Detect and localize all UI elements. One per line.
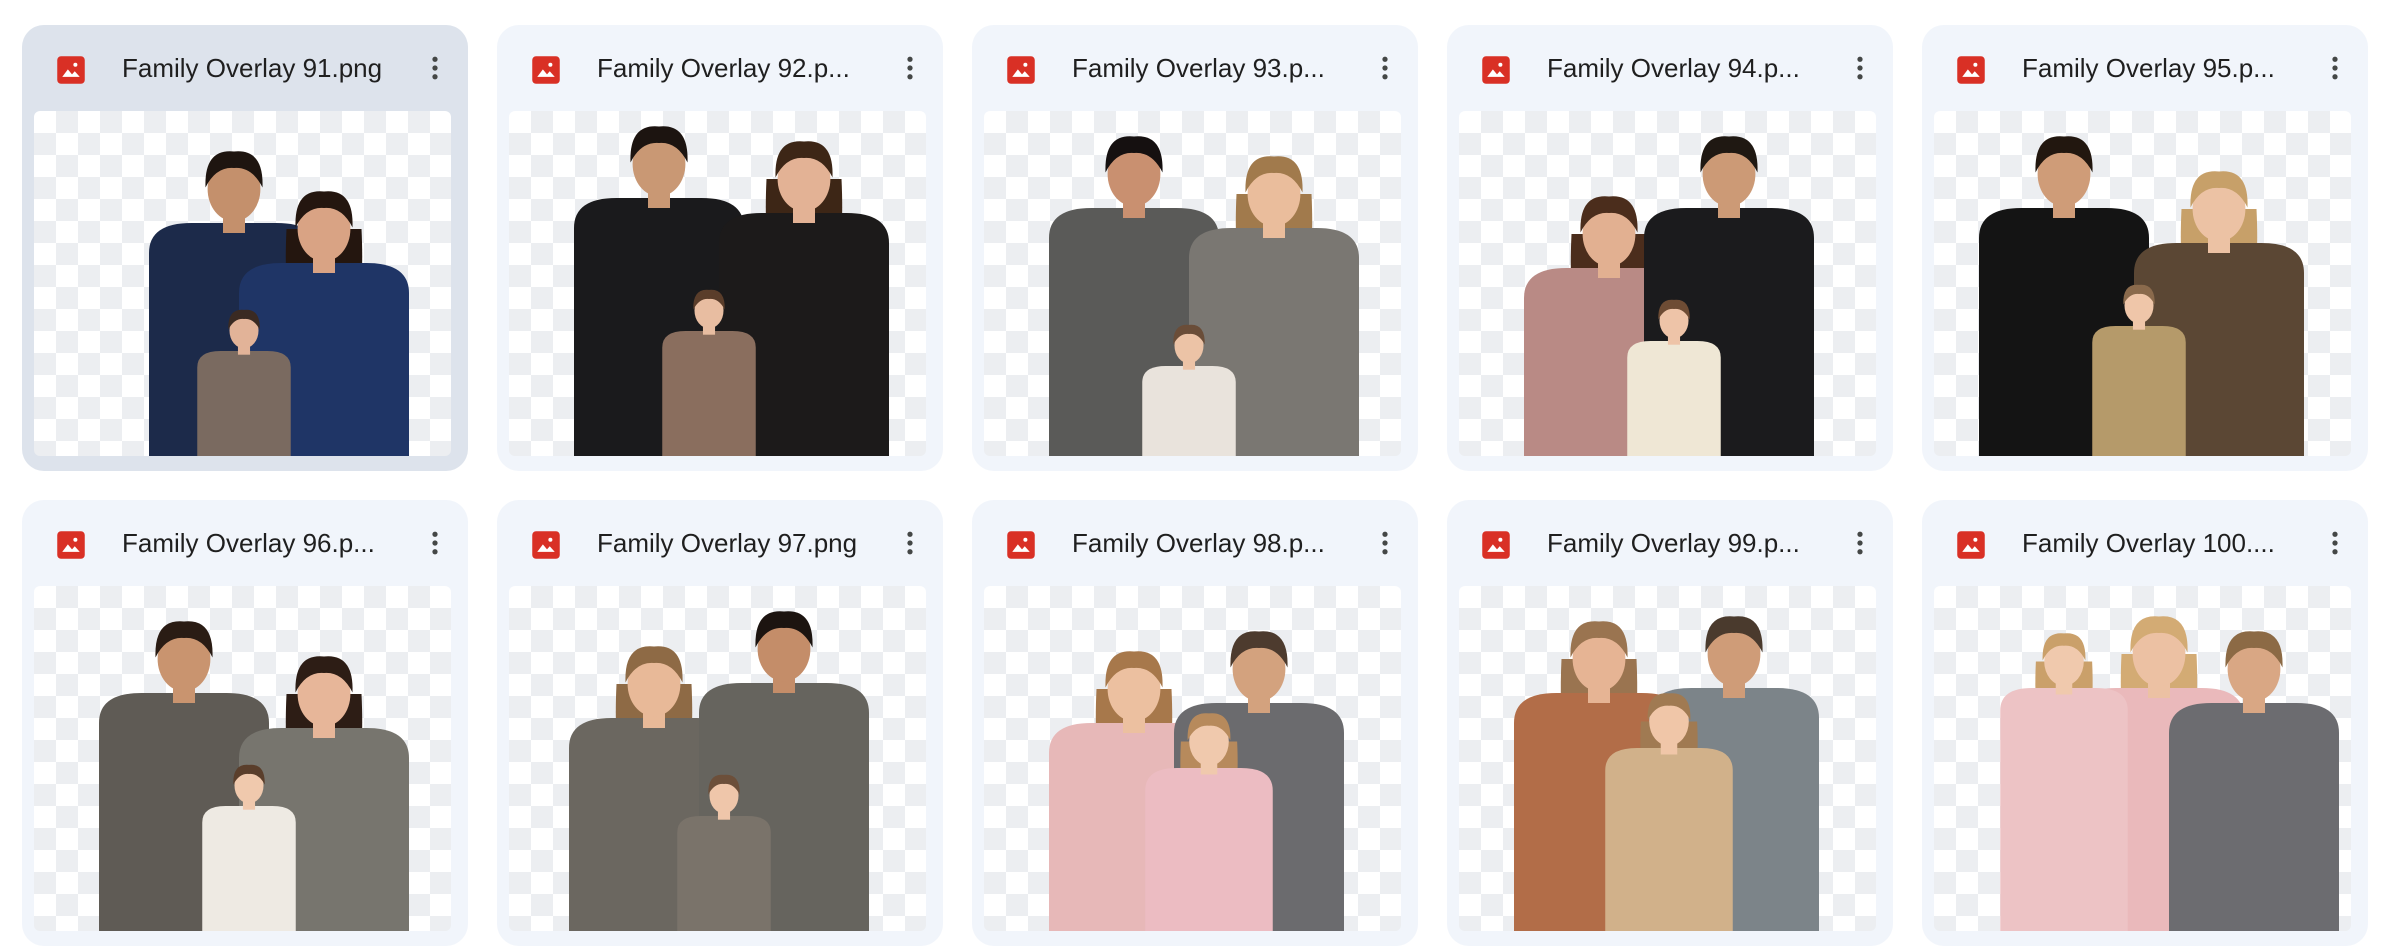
overlay-image [1524,136,1814,456]
more-options-button[interactable] [414,47,456,89]
image-preview[interactable] [984,111,1401,456]
image-preview[interactable] [1459,111,1876,456]
more-vertical-icon [2332,531,2338,555]
more-vertical-icon [907,531,913,555]
file-tile-3[interactable]: Family Overlay 93.p... [972,25,1418,471]
image-file-icon [56,530,86,560]
more-options-button[interactable] [889,47,931,89]
file-name: Family Overlay 96.p... [122,528,375,558]
more-vertical-icon [432,56,438,80]
file-tile-header: Family Overlay 93.p... [972,25,1418,111]
image-preview[interactable] [34,586,451,931]
file-tile-header: Family Overlay 91.png [22,25,468,111]
more-options-button[interactable] [2314,522,2356,564]
file-name: Family Overlay 97.png [597,528,858,558]
image-file-icon [1006,55,1036,85]
file-name: Family Overlay 92.p... [597,53,850,83]
file-grid: Family Overlay 91.png Family Overlay 92.… [22,25,2368,946]
more-options-button[interactable] [2314,47,2356,89]
overlay-image [99,621,409,931]
image-preview[interactable] [34,111,451,456]
file-tile-header: Family Overlay 97.png [497,500,943,586]
file-tile-header: Family Overlay 99.p... [1447,500,1893,586]
image-preview[interactable] [1459,586,1876,931]
overlay-image [2000,616,2339,931]
more-options-button[interactable] [414,522,456,564]
more-options-button[interactable] [1839,47,1881,89]
overlay-image [1514,616,1819,931]
image-file-icon [1956,55,1986,85]
overlay-image [1049,631,1344,931]
file-name: Family Overlay 95.p... [2022,53,2275,83]
more-vertical-icon [1382,531,1388,555]
file-tile-6[interactable]: Family Overlay 96.p... [22,500,468,946]
more-vertical-icon [907,56,913,80]
child-figure [2000,633,2128,931]
file-name: Family Overlay 99.p... [1547,528,1800,558]
file-name: Family Overlay 98.p... [1072,528,1325,558]
file-tile-header: Family Overlay 98.p... [972,500,1418,586]
file-name: Family Overlay 100.... [2022,528,2275,558]
overlay-image [149,151,409,456]
file-name: Family Overlay 91.png [122,53,383,83]
more-options-button[interactable] [889,522,931,564]
more-vertical-icon [1857,56,1863,80]
file-tile-1[interactable]: Family Overlay 91.png [22,25,468,471]
image-preview[interactable] [509,111,926,456]
file-tile-header: Family Overlay 92.p... [497,25,943,111]
image-preview[interactable] [1934,111,2351,456]
overlay-image [1979,136,2304,456]
file-tile-10[interactable]: Family Overlay 100.... [1922,500,2368,946]
more-vertical-icon [1382,56,1388,80]
file-tile-header: Family Overlay 100.... [1922,500,2368,586]
image-preview[interactable] [1934,586,2351,931]
more-vertical-icon [2332,56,2338,80]
image-file-icon [531,530,561,560]
file-tile-9[interactable]: Family Overlay 99.p... [1447,500,1893,946]
file-tile-7[interactable]: Family Overlay 97.png [497,500,943,946]
image-file-icon [1481,530,1511,560]
file-name: Family Overlay 94.p... [1547,53,1800,83]
more-vertical-icon [432,531,438,555]
file-tile-2[interactable]: Family Overlay 92.p... [497,25,943,471]
more-options-button[interactable] [1839,522,1881,564]
file-tile-header: Family Overlay 94.p... [1447,25,1893,111]
more-options-button[interactable] [1364,522,1406,564]
image-file-icon [56,55,86,85]
image-file-icon [1006,530,1036,560]
overlay-image [574,126,889,456]
file-tile-header: Family Overlay 96.p... [22,500,468,586]
image-preview[interactable] [509,586,926,931]
file-tile-5[interactable]: Family Overlay 95.p... [1922,25,2368,471]
overlay-image [1049,136,1359,456]
image-file-icon [1956,530,1986,560]
image-preview[interactable] [984,586,1401,931]
more-vertical-icon [1857,531,1863,555]
file-tile-8[interactable]: Family Overlay 98.p... [972,500,1418,946]
overlay-image [569,611,869,931]
image-file-icon [1481,55,1511,85]
image-file-icon [531,55,561,85]
file-tile-4[interactable]: Family Overlay 94.p... [1447,25,1893,471]
file-tile-header: Family Overlay 95.p... [1922,25,2368,111]
more-options-button[interactable] [1364,47,1406,89]
file-name: Family Overlay 93.p... [1072,53,1325,83]
